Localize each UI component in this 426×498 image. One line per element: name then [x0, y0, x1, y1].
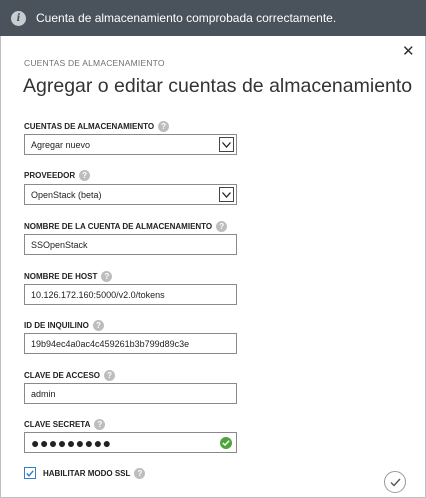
help-icon[interactable]: ?: [158, 121, 170, 132]
provider-label: PROVEEDOR ?: [24, 170, 91, 181]
tenant-id-label: ID DE INQUILINO ?: [24, 320, 104, 331]
storage-accounts-value: Agregar nuevo: [31, 139, 91, 150]
chevron-down-icon[interactable]: [219, 137, 234, 152]
provider-value: OpenStack (beta): [31, 189, 102, 200]
help-icon[interactable]: ?: [101, 271, 113, 282]
access-key-label: CLAVE DE ACCESO ?: [24, 370, 116, 381]
help-icon[interactable]: ?: [94, 419, 106, 430]
access-key-label-text: CLAVE DE ACCESO: [24, 371, 101, 380]
secret-key-label-text: CLAVE SECRETA: [24, 420, 91, 429]
help-icon[interactable]: ?: [92, 320, 104, 331]
host-name-label: NOMBRE DE HOST ?: [24, 271, 113, 282]
confirm-button[interactable]: [384, 471, 406, 493]
tenant-id-input[interactable]: 19b94ec4a0ac4c459261b3b799d89c3e: [24, 333, 237, 354]
ssl-checkbox[interactable]: [24, 467, 36, 479]
help-icon[interactable]: ?: [79, 170, 91, 181]
access-key-value: admin: [31, 388, 56, 399]
account-name-label: NOMBRE DE LA CUENTA DE ALMACENAMIENTO ?: [24, 221, 228, 232]
secret-key-value: ●●●●●●●●●: [31, 435, 112, 450]
storage-accounts-label-text: CUENTAS DE ALMACENAMIENTO: [24, 122, 155, 131]
host-name-input[interactable]: 10.126.172.160:5000/v2.0/tokens: [24, 284, 237, 305]
access-key-input[interactable]: admin: [24, 383, 237, 404]
storage-accounts-label: CUENTAS DE ALMACENAMIENTO ?: [24, 121, 170, 132]
storage-accounts-select[interactable]: Agregar nuevo: [24, 134, 237, 155]
help-icon[interactable]: ?: [134, 467, 146, 479]
account-name-label-text: NOMBRE DE LA CUENTA DE ALMACENAMIENTO: [24, 222, 213, 231]
close-icon[interactable]: ✕: [402, 42, 415, 60]
notification-bar: i Cuenta de almacenamiento comprobada co…: [0, 0, 426, 36]
provider-label-text: PROVEEDOR: [24, 171, 76, 180]
valid-check-icon: [220, 436, 232, 449]
tenant-id-label-text: ID DE INQUILINO: [24, 321, 89, 330]
section-label: CUENTAS DE ALMACENAMIENTO: [24, 58, 165, 68]
ssl-label: HABILITAR MODO SSL: [43, 468, 131, 478]
help-icon[interactable]: ?: [104, 370, 116, 381]
host-name-label-text: NOMBRE DE HOST: [24, 272, 98, 281]
host-name-value: 10.126.172.160:5000/v2.0/tokens: [31, 289, 165, 300]
account-name-value: SSOpenStack: [31, 239, 88, 250]
account-name-input[interactable]: SSOpenStack: [24, 234, 237, 255]
info-icon: i: [11, 10, 26, 26]
page-title: Agregar o editar cuentas de almacenamien…: [23, 75, 413, 97]
ssl-option[interactable]: HABILITAR MODO SSL ?: [24, 467, 146, 479]
notification-message: Cuenta de almacenamiento comprobada corr…: [36, 11, 337, 25]
provider-select[interactable]: OpenStack (beta): [24, 184, 237, 205]
checkmark-icon: [390, 478, 401, 487]
secret-key-input[interactable]: ●●●●●●●●●: [24, 432, 237, 453]
secret-key-label: CLAVE SECRETA ?: [24, 419, 106, 430]
help-icon[interactable]: ?: [216, 221, 228, 232]
chevron-down-icon[interactable]: [219, 187, 234, 202]
tenant-id-value: 19b94ec4a0ac4c459261b3b799d89c3e: [31, 338, 190, 349]
